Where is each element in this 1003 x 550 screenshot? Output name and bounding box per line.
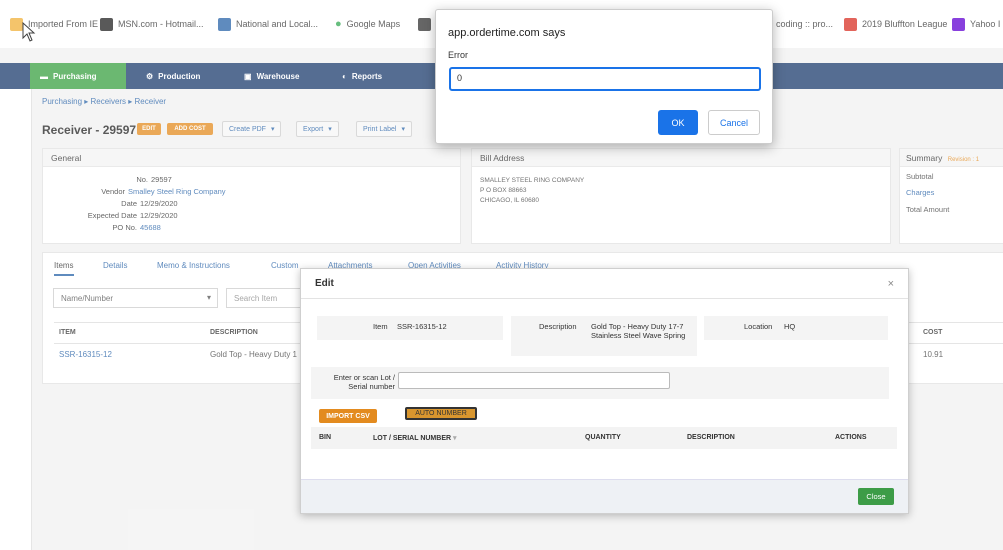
description-field: Description Gold Top - Heavy Duty 17-7 S… [511,316,697,356]
alert-message: Error [448,50,468,60]
alert-dialog: app.ordertime.com says Error 0 OK Cancel [435,9,773,144]
ok-button[interactable]: OK [658,110,698,135]
alert-title: app.ordertime.com says [448,27,566,39]
col-quantity: QUANTITY [585,434,621,441]
close-icon[interactable]: × [888,278,894,290]
cancel-button[interactable]: Cancel [708,110,760,135]
edit-modal-footer: Close [301,479,908,513]
col-lot-serial[interactable]: LOT / SERIAL NUMBER ▾ [373,434,457,442]
edit-modal-title: Edit [301,269,908,299]
col-bin: BIN [319,434,332,441]
col-lot-description: DESCRIPTION [687,434,735,441]
alert-input[interactable]: 0 [449,67,761,91]
item-value: SSR-16315-12 [397,322,447,331]
location-field: Location HQ [704,316,888,340]
auto-number-button[interactable]: AUTO NUMBER [405,407,477,420]
sort-icon: ▾ [453,435,457,442]
lot-serial-input[interactable] [398,372,670,389]
description-value: Gold Top - Heavy Duty 17-7 Stainless Ste… [591,322,686,340]
location-value: HQ [784,322,796,331]
item-field: Item SSR-16315-12 [317,316,503,340]
close-button[interactable]: Close [858,488,894,505]
edit-modal: Edit × Item SSR-16315-12 Description Gol… [300,268,909,514]
import-csv-button[interactable]: IMPORT CSV [319,409,377,423]
lot-label: Enter or scan Lot / Serial number [333,373,395,391]
col-actions: ACTIONS [835,434,867,441]
